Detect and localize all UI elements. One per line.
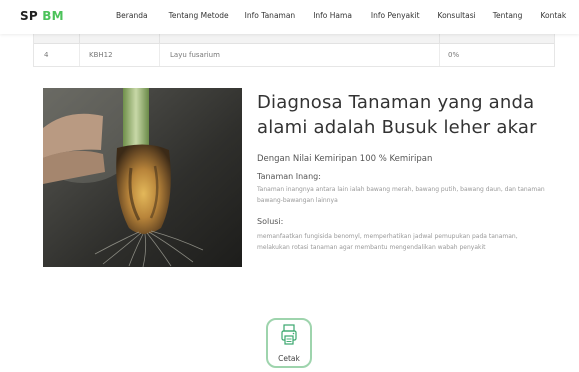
cell-value: 0% (448, 51, 460, 59)
nav-info-hama[interactable]: Info Hama (313, 11, 352, 20)
host-label: Tanaman Inang: (257, 172, 321, 181)
result-table: 4 KBH12 Layu fusarium 0% (33, 34, 555, 67)
solution-label: Solusi: (257, 217, 284, 226)
cell-name: Layu fusarium (170, 51, 220, 59)
printer-icon (281, 324, 297, 356)
cell-no: 4 (44, 51, 49, 59)
brand-sp: SP (20, 9, 38, 23)
nav-tentang[interactable]: Tentang (493, 11, 523, 20)
print-label: Cetak (278, 354, 300, 363)
cell-code: KBH12 (89, 51, 113, 59)
nav-info-tanaman[interactable]: Info Tanaman (245, 11, 296, 20)
navbar: SP BM Beranda Tentang Metode Info Tanama… (0, 0, 579, 34)
print-button[interactable]: Cetak (266, 318, 312, 368)
host-text: Tanaman inangnya antara lain ialah bawan… (257, 186, 545, 204)
table-header (34, 34, 554, 44)
nav-konsultasi[interactable]: Konsultasi (438, 11, 476, 20)
solution-text: memanfaatkan fungisida benomyl, memperha… (257, 233, 518, 251)
nav-info-penyakit[interactable]: Info Penyakit (371, 11, 420, 20)
nav-menu: Beranda Tentang Metode Info Tanaman Info… (116, 11, 566, 20)
similarity-text: Dengan Nilai Kemiripan 100 % Kemiripan (257, 154, 433, 164)
table-row: 4 KBH12 Layu fusarium 0% (34, 44, 554, 66)
diagnosis-title: Diagnosa Tanaman yang anda alami adalah … (257, 92, 537, 138)
nav-tentang-metode[interactable]: Tentang Metode (169, 11, 229, 20)
brand-bm: BM (42, 9, 64, 23)
nav-beranda[interactable]: Beranda (116, 11, 148, 20)
nav-kontak[interactable]: Kontak (540, 11, 566, 20)
brand-logo[interactable]: SP BM (20, 9, 64, 23)
disease-photo (43, 88, 242, 267)
